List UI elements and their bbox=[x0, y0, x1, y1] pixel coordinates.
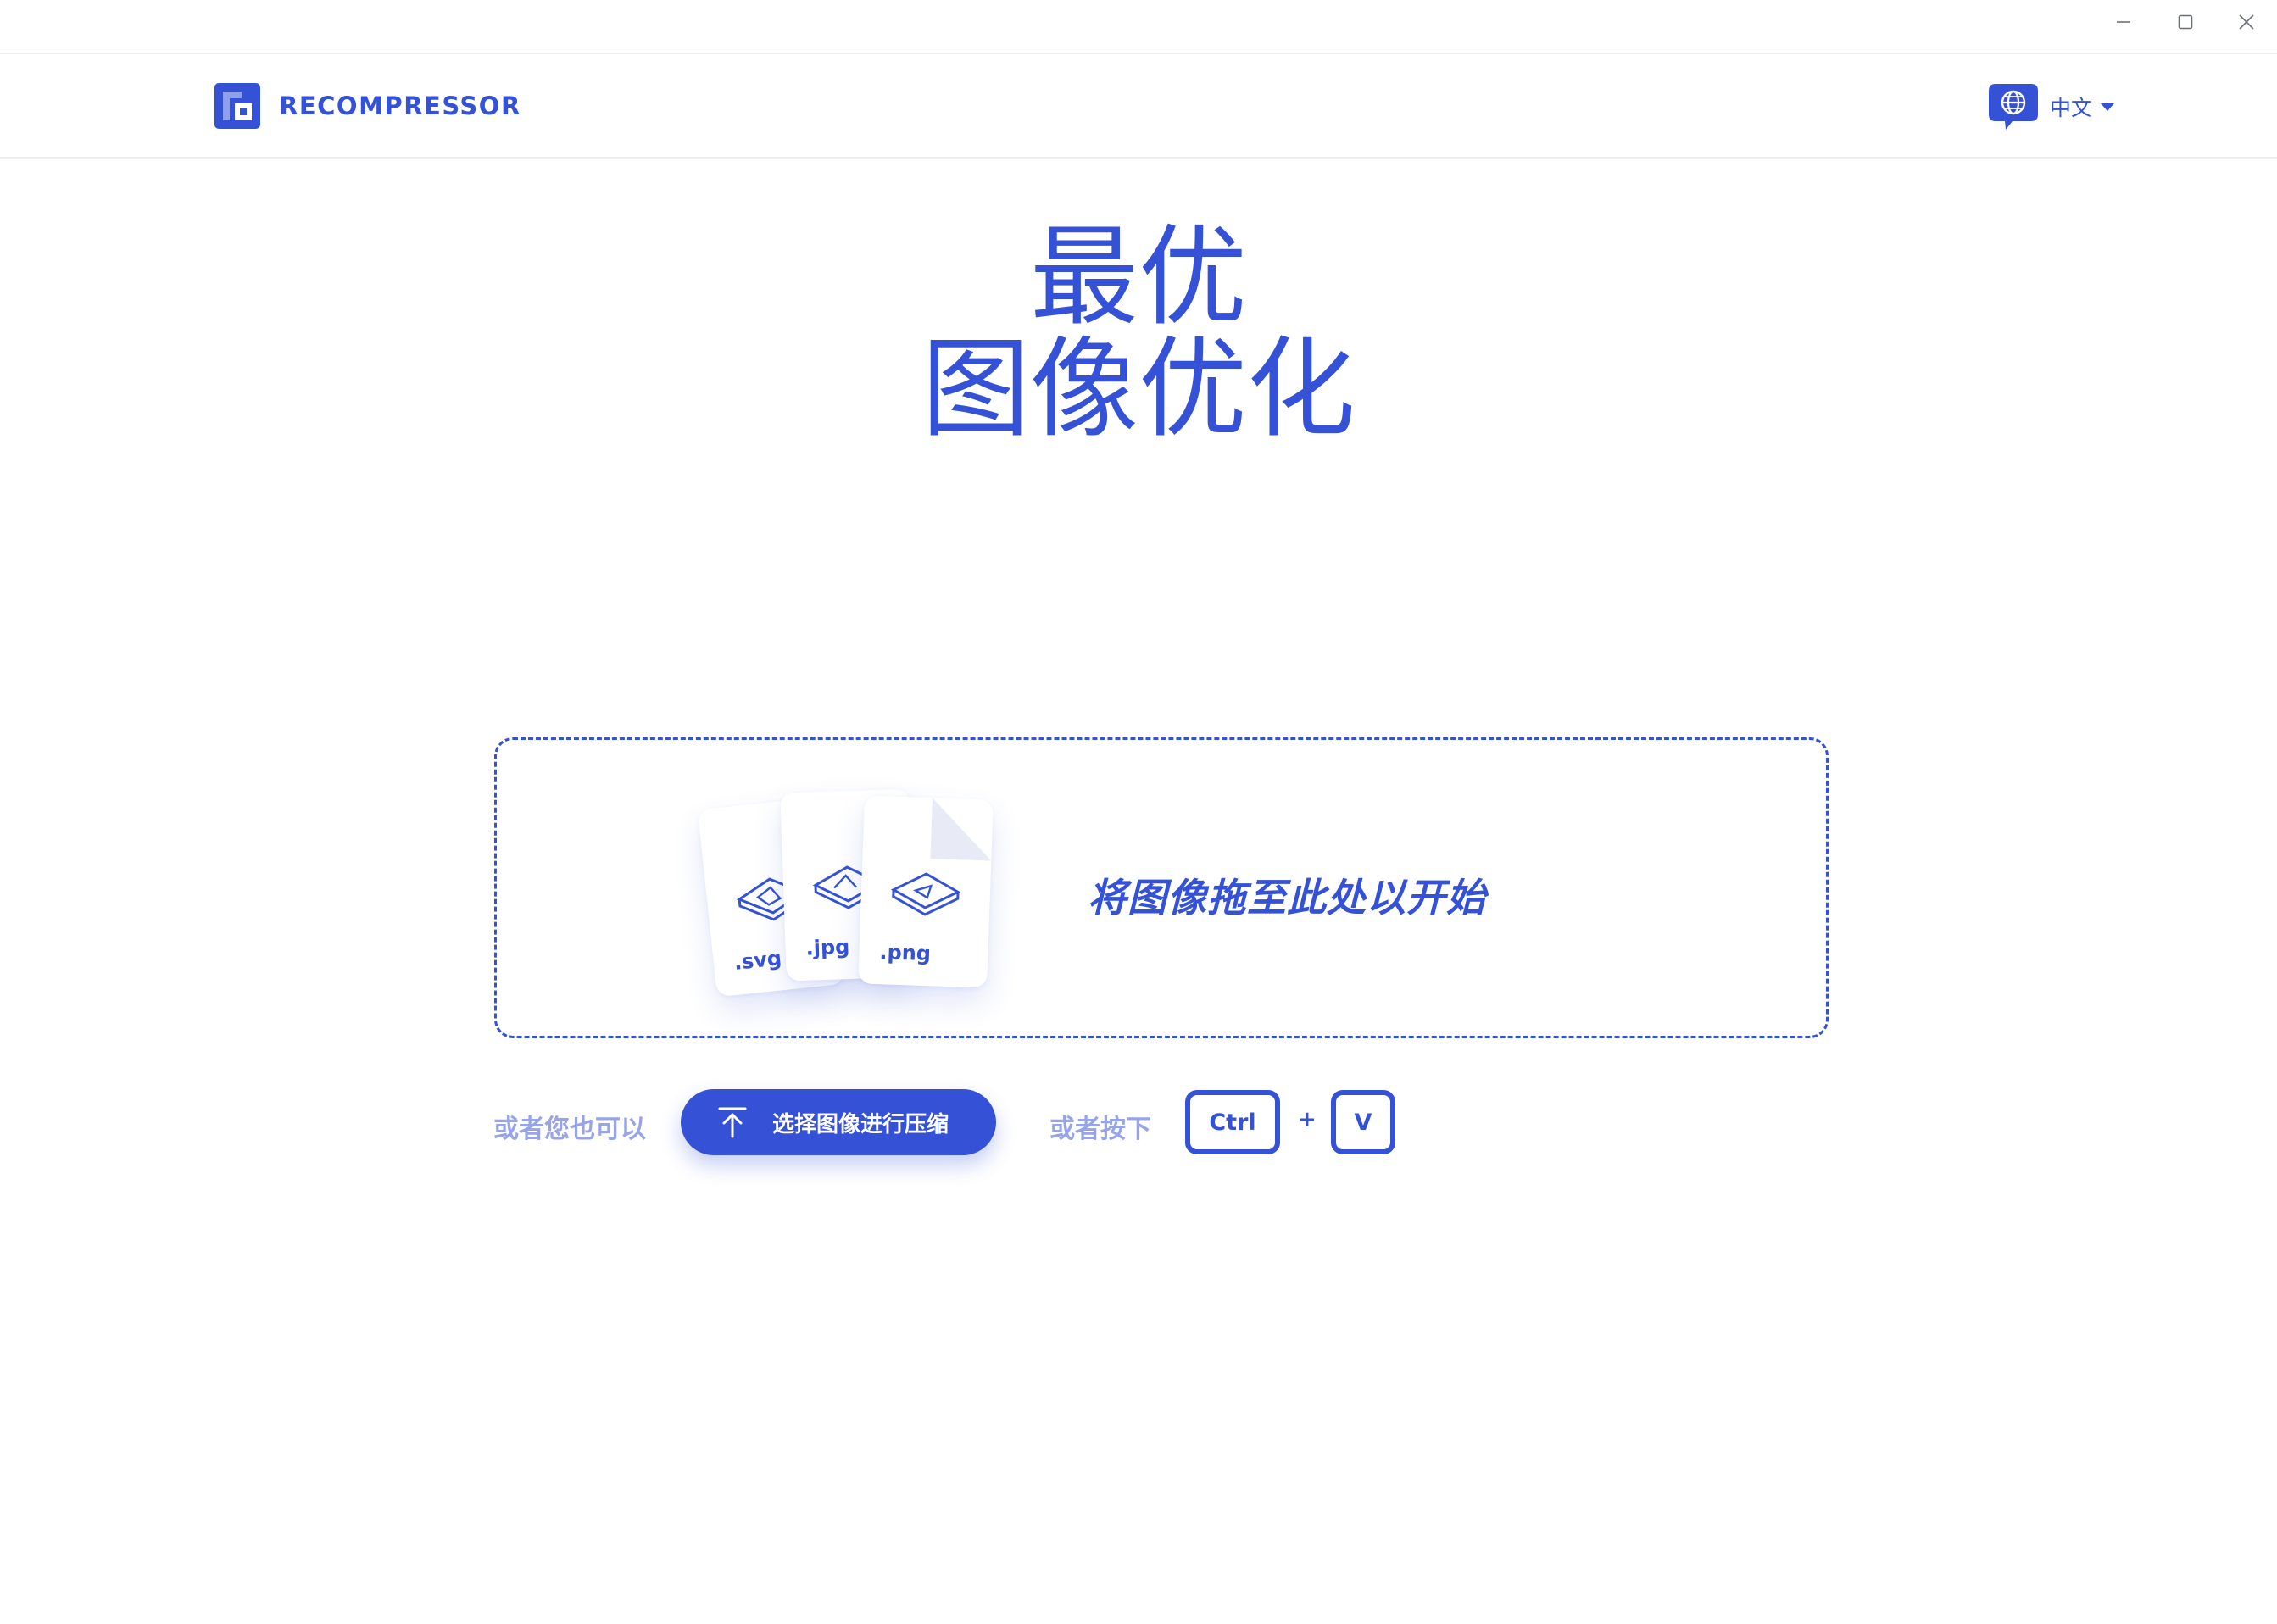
brand-home-link[interactable]: RECOMPRESSOR bbox=[214, 83, 521, 129]
image-file-icon bbox=[890, 872, 961, 916]
file-ext-label: .svg bbox=[732, 946, 783, 975]
hero-title-line-2: 图像优化 bbox=[921, 326, 1356, 453]
upload-arrow-icon bbox=[718, 1107, 747, 1138]
language-selector[interactable]: 中文 bbox=[1987, 82, 2115, 131]
image-dropzone[interactable]: .svg .jpg .png 将图像拖至此处以开始 bbox=[494, 737, 1829, 1038]
v-key: V bbox=[1331, 1090, 1395, 1154]
or-you-can-label: 或者您也可以 bbox=[493, 1115, 646, 1144]
or-press-label: 或者按下 bbox=[1049, 1115, 1151, 1144]
file-ext-label: .png bbox=[878, 940, 932, 966]
dropzone-prompt: 将图像拖至此处以开始 bbox=[1088, 875, 1486, 920]
app-header: RECOMPRESSOR 中文 bbox=[0, 54, 2277, 159]
language-label: 中文 bbox=[2050, 96, 2093, 120]
recompressor-logo-icon bbox=[214, 83, 260, 129]
select-images-button-label: 选择图像进行压缩 bbox=[772, 1110, 949, 1137]
minimize-button[interactable] bbox=[2098, 5, 2149, 39]
select-images-button[interactable]: 选择图像进行压缩 bbox=[681, 1089, 996, 1155]
shortcut-plus: + bbox=[1298, 1107, 1317, 1132]
close-button[interactable] bbox=[2221, 5, 2272, 39]
maximize-button[interactable] bbox=[2160, 5, 2211, 39]
chevron-down-icon bbox=[2101, 103, 2115, 111]
hero-title-line-1: 最优 bbox=[1029, 214, 1247, 341]
file-types-illustration: .svg .jpg .png bbox=[697, 788, 1022, 1011]
app-window: RECOMPRESSOR 中文 最优 图像优化 .svg .jpg .png 将… bbox=[0, 0, 2277, 1624]
maximize-icon bbox=[2178, 14, 2193, 30]
close-icon bbox=[2239, 14, 2254, 30]
brand-name: RECOMPRESSOR bbox=[279, 92, 521, 120]
page-fold-corner bbox=[930, 798, 994, 861]
globe-chat-icon bbox=[1989, 84, 2038, 130]
ctrl-key: Ctrl bbox=[1185, 1090, 1280, 1154]
file-ext-label: .jpg bbox=[805, 934, 850, 960]
file-card-png: .png bbox=[858, 795, 994, 988]
hero-title: 最优 图像优化 bbox=[0, 222, 2277, 446]
title-bar bbox=[0, 0, 2277, 54]
minimize-icon bbox=[2117, 21, 2130, 23]
